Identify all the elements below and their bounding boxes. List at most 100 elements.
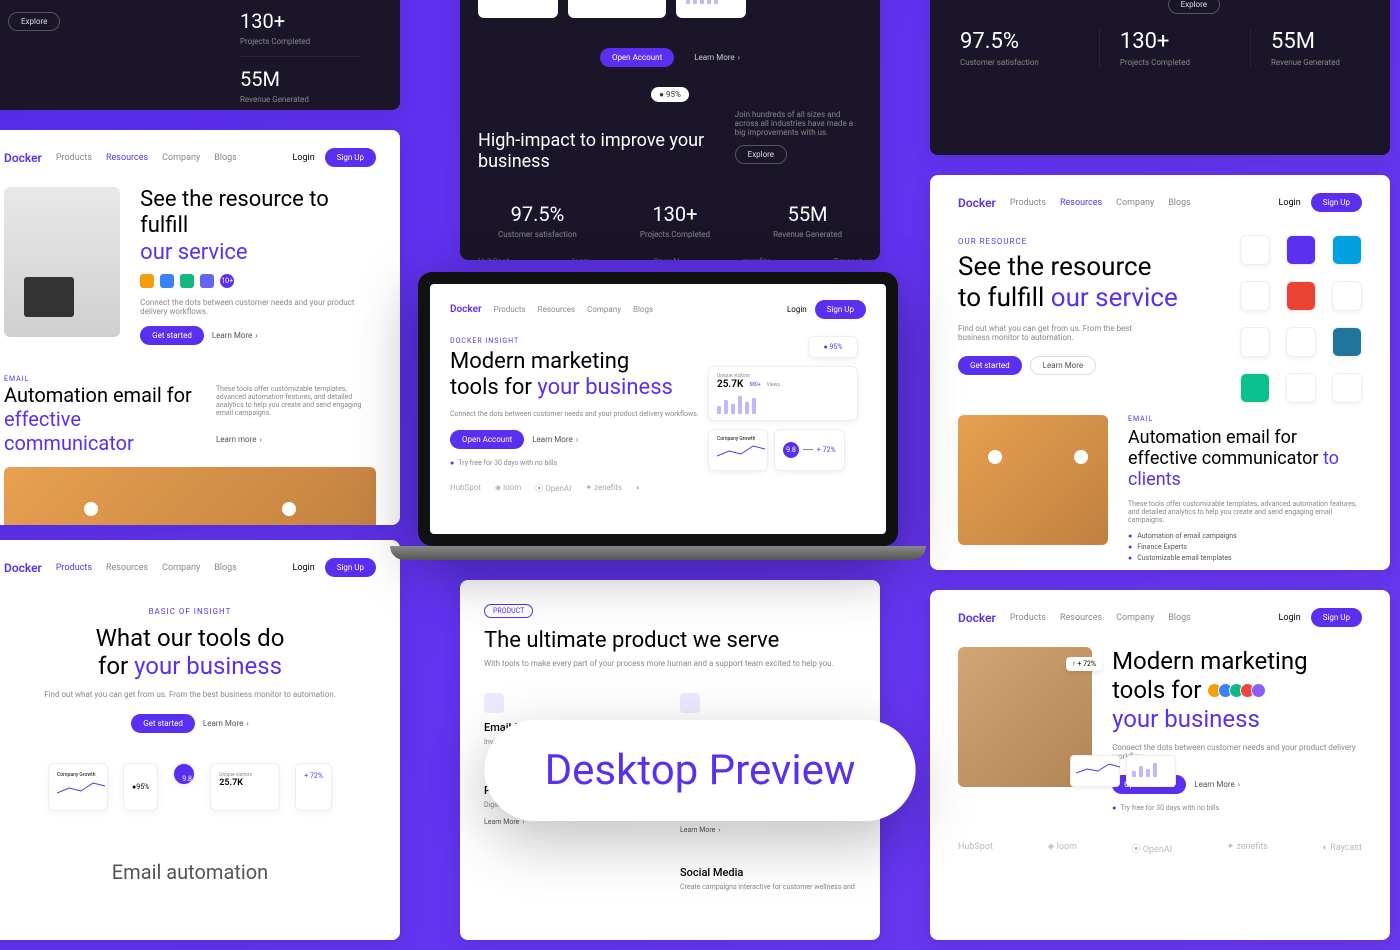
analytics-icon [1286,373,1316,403]
nav-company[interactable]: Company [587,305,621,314]
integration-icon [180,274,194,288]
navbar: Docker Products Resources Company Blogs … [4,148,376,167]
pct-widget: ● 95% [123,763,158,811]
desktop-preview-label: Desktop Preview [485,720,916,821]
signup-button[interactable]: Sign Up [1311,608,1362,627]
get-started-button[interactable]: Get started [140,326,204,345]
mailchimp-icon [988,450,1002,464]
logo[interactable]: Docker [450,304,482,315]
feature-social-media: Social Media Create campaigns interactiv… [680,866,856,891]
nav-company[interactable]: Company [1116,613,1154,623]
hero-dark-center: Company Growth 9.8 ──── + 72% Unique vis… [460,0,880,260]
learn-more-button[interactable]: Learn More [484,818,525,826]
resource-card-left: Docker Products Resources Company Blogs … [0,130,400,525]
signup-button[interactable]: Sign Up [325,558,376,577]
signup-button[interactable]: Sign Up [1311,193,1362,212]
nav-resources[interactable]: Resources [1060,613,1102,623]
avatar-stack [1211,683,1266,698]
score-widget: 9.8 [173,763,195,785]
login-link[interactable]: Login [1279,198,1301,208]
stats-card-topleft: High-impact to improve your business Joi… [0,0,400,110]
nav-resources[interactable]: Resources [106,563,148,573]
nav-blogs[interactable]: Blogs [214,153,237,163]
growth-widget [1070,755,1120,787]
growth-widget: Company Growth [708,429,768,471]
visitors-widget: Unique visitors 25.7K [210,763,280,811]
open-account-button[interactable]: Open Account [450,430,524,449]
signup-button[interactable]: Sign Up [325,148,376,167]
learn-more-button[interactable]: Learn More [532,430,578,449]
nav-blogs[interactable]: Blogs [214,563,237,573]
login-link[interactable]: Login [787,305,807,314]
integration-icon [140,274,154,288]
nav-resources[interactable]: Resources [538,305,575,314]
pct-widget: ● 95% [808,336,858,358]
slack-icon [1332,281,1362,311]
logo[interactable]: Docker [4,151,42,165]
resource-card-right: Docker Products Resources Company Blogs … [930,175,1390,570]
content-marketing-icon [680,693,700,713]
drive-icon [1286,327,1316,357]
get-started-button[interactable]: Get started [958,356,1022,375]
login-link[interactable]: Login [293,153,315,163]
gmail-icon [1074,450,1088,464]
learn-more-button[interactable]: Learn More [694,48,740,67]
bars-widget: Unique visitors 25.7K [676,0,746,18]
shopify-icon [1240,373,1270,403]
partner-logos: HubSpot ◈ loom ⦿ OpenAI ✦ zenefits ◐ [450,483,866,494]
more-icon: 10+ [220,274,234,288]
navbar: Docker Products Resources Company Blogs … [4,558,376,577]
salesforce-icon [1332,235,1362,265]
logo[interactable]: Docker [4,561,42,575]
open-account-button[interactable]: Open Account [600,48,674,67]
learn-more-button[interactable]: Learn More [1030,356,1096,375]
learn-more-button[interactable]: Learn More [203,714,249,733]
growth-widget: Company Growth [48,763,108,811]
tools-card-left: Docker Products Resources Company Blogs … [0,540,400,940]
logo[interactable]: Docker [958,611,996,625]
nav-company[interactable]: Company [162,153,200,163]
nav-blogs[interactable]: Blogs [1168,613,1191,623]
notion-icon [1240,327,1270,357]
learn-more-button[interactable]: Learn More [680,826,721,834]
learn-more-button[interactable]: Learn more [216,435,262,444]
explore-button[interactable]: Explore [1168,0,1220,14]
score-widget: 9.8 ──── + 72% [568,0,666,18]
nav-resources[interactable]: Resources [1060,198,1102,208]
nav-resources[interactable]: Resources [106,153,148,163]
stats-card-topright: High-impact to improve your business Joi… [930,0,1390,155]
stat-item: 130+ Projects Completed [240,0,360,56]
get-started-button[interactable]: Get started [131,714,195,733]
login-link[interactable]: Login [293,563,315,573]
nav-blogs[interactable]: Blogs [1168,198,1191,208]
delta-widget: + 72% [295,763,332,811]
explore-button[interactable]: Explore [8,12,60,31]
nav-company[interactable]: Company [162,563,200,573]
login-link[interactable]: Login [1279,613,1301,623]
integration-icon [160,274,174,288]
explore-button[interactable]: Explore [735,145,787,164]
email-image [958,415,1108,545]
buffer-icon [1240,281,1270,311]
email-marketing-icon [484,693,504,713]
nav-blogs[interactable]: Blogs [633,305,653,314]
logo[interactable]: Docker [958,196,996,210]
signup-button[interactable]: Sign Up [815,300,866,319]
asana-icon [1286,235,1316,265]
nav-products[interactable]: Products [56,563,92,573]
nav-products[interactable]: Products [56,153,92,163]
growth-widget: Company Growth [478,0,558,18]
nav-products[interactable]: Products [1010,613,1046,623]
mailchimp-icon [84,502,98,516]
stat-item: 55M Revenue Generated [240,56,360,110]
integration-icon [200,274,214,288]
nav-products[interactable]: Products [494,305,526,314]
hero-card-right: Docker Products Resources Company Blogs … [930,590,1390,940]
nav-company[interactable]: Company [1116,198,1154,208]
learn-more-button[interactable]: Learn More [1194,775,1240,794]
mailchimp-icon [1240,235,1270,265]
gmail-icon [1286,281,1316,311]
nav-products[interactable]: Products [1010,198,1046,208]
learn-more-button[interactable]: Learn More [212,326,258,345]
score-widget: 9.8 ── + 72% [774,429,845,471]
